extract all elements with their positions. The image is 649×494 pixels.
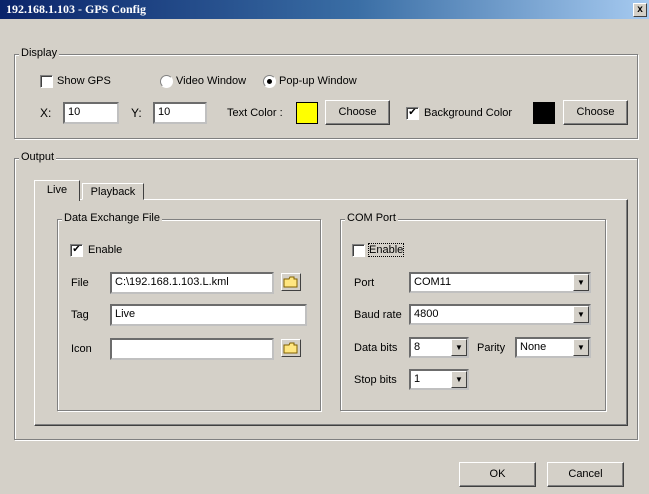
com-enable-checkbox[interactable] bbox=[352, 244, 365, 257]
port-value: COM11 bbox=[414, 276, 452, 288]
chevron-down-icon[interactable]: ▼ bbox=[451, 339, 467, 356]
popup-window-label: Pop-up Window bbox=[279, 75, 357, 87]
parity-value: None bbox=[520, 341, 547, 353]
folder-icon bbox=[283, 276, 298, 288]
y-label: Y: bbox=[131, 106, 142, 120]
show-gps-label: Show GPS bbox=[57, 75, 111, 87]
chevron-down-icon[interactable]: ▼ bbox=[451, 371, 467, 388]
chevron-down-icon[interactable]: ▼ bbox=[573, 274, 589, 291]
data-exchange-enable-label: Enable bbox=[88, 244, 123, 256]
tag-label: Tag bbox=[71, 309, 89, 321]
icon-browse-button[interactable] bbox=[281, 339, 301, 357]
file-browse-button[interactable] bbox=[281, 273, 301, 291]
com-port-legend: COM Port bbox=[345, 212, 398, 224]
chevron-down-icon[interactable]: ▼ bbox=[573, 306, 589, 323]
x-label: X: bbox=[40, 106, 52, 120]
text-color-choose-button[interactable]: Choose bbox=[325, 100, 390, 125]
close-icon: x bbox=[637, 4, 643, 15]
video-window-label: Video Window bbox=[176, 75, 247, 87]
window-title: 192.168.1.103 - GPS Config bbox=[6, 2, 147, 16]
icon-input[interactable] bbox=[110, 338, 274, 360]
tag-input[interactable]: Live bbox=[110, 304, 307, 326]
stop-bits-select[interactable]: 1 ▼ bbox=[409, 369, 469, 390]
display-legend: Display bbox=[19, 47, 60, 59]
ok-button[interactable]: OK bbox=[459, 462, 536, 487]
close-button[interactable]: x bbox=[633, 3, 647, 17]
port-label: Port bbox=[354, 277, 375, 289]
y-input[interactable]: 10 bbox=[153, 102, 207, 124]
radio-selected-dot bbox=[267, 79, 272, 84]
background-color-label: Background Color bbox=[424, 107, 513, 119]
baud-rate-value: 4800 bbox=[414, 308, 439, 320]
text-color-label: Text Color : bbox=[227, 107, 283, 119]
chevron-down-icon[interactable]: ▼ bbox=[573, 339, 589, 356]
baud-rate-select[interactable]: 4800 ▼ bbox=[409, 304, 591, 325]
data-bits-value: 8 bbox=[414, 341, 421, 353]
show-gps-checkbox[interactable] bbox=[40, 75, 53, 88]
display-group bbox=[14, 54, 638, 139]
folder-icon bbox=[283, 342, 298, 354]
com-enable-label: Enable bbox=[367, 243, 405, 257]
text-color-swatch bbox=[296, 102, 318, 124]
background-color-swatch bbox=[533, 102, 555, 124]
port-select[interactable]: COM11 ▼ bbox=[409, 272, 591, 293]
stop-bits-label: Stop bits bbox=[354, 374, 397, 386]
tab-playback[interactable]: Playback bbox=[82, 183, 144, 200]
stop-bits-value: 1 bbox=[414, 373, 421, 385]
popup-window-radio[interactable] bbox=[263, 75, 276, 88]
data-bits-label: Data bits bbox=[354, 342, 398, 354]
cancel-button[interactable]: Cancel bbox=[547, 462, 624, 487]
background-color-choose-button[interactable]: Choose bbox=[563, 100, 628, 125]
parity-select[interactable]: None ▼ bbox=[515, 337, 591, 358]
parity-label: Parity bbox=[477, 342, 506, 354]
video-window-radio[interactable] bbox=[160, 75, 173, 88]
file-label: File bbox=[71, 277, 89, 289]
file-input[interactable]: C:\192.168.1.103.L.kml bbox=[110, 272, 274, 294]
data-bits-select[interactable]: 8 ▼ bbox=[409, 337, 469, 358]
output-legend: Output bbox=[19, 151, 57, 163]
baud-rate-label: Baud rate bbox=[354, 309, 402, 321]
background-color-checkbox[interactable]: ✔ bbox=[406, 107, 419, 120]
x-input[interactable]: 10 bbox=[63, 102, 119, 124]
tab-live[interactable]: Live bbox=[34, 180, 80, 201]
data-exchange-legend: Data Exchange File bbox=[62, 212, 162, 224]
data-exchange-enable-checkbox[interactable]: ✔ bbox=[70, 244, 83, 257]
icon-label: Icon bbox=[71, 343, 92, 355]
